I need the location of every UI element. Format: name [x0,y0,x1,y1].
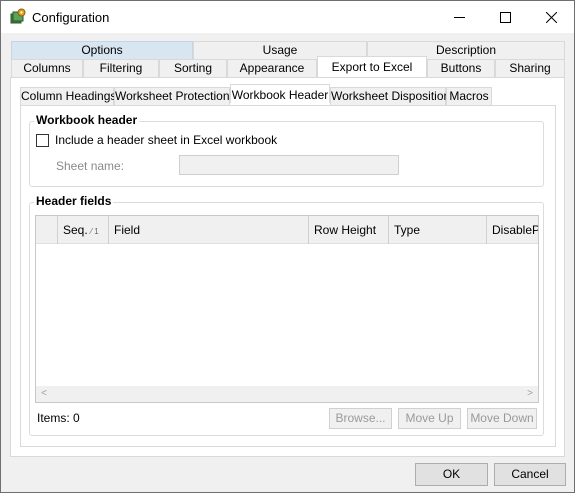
tab-label: Macros [449,89,489,103]
horizontal-scrollbar[interactable]: < > [36,386,538,402]
tab-workbook-header[interactable]: Workbook Header [230,84,330,103]
row-selector-header [36,216,58,244]
column-label: Field [114,223,141,237]
sheet-name-label: Sheet name: [56,159,125,173]
tab-label: Sharing [509,61,551,75]
tab-label: Column Headings [21,89,117,103]
tab-label: Columns [23,61,71,75]
sort-ascending-icon: ⁄ 1 [90,227,99,236]
items-count: Items: 0 [37,411,80,425]
button-label: Move Down [470,411,534,425]
tab-options[interactable]: Options [11,41,193,59]
tab-label: Workbook Header [231,88,329,102]
include-header-sheet-label: Include a header sheet in Excel workbook [55,133,278,147]
sort-order: 1 [94,227,99,236]
tab-worksheet-disposition[interactable]: Worksheet Disposition [330,87,450,106]
move-down-button[interactable]: Move Down [467,408,537,429]
tab-label: Usage [262,43,298,57]
tab-buttons[interactable]: Buttons [427,59,495,77]
column-label: Type [394,223,421,237]
minimize-icon [453,16,465,18]
tab-sorting[interactable]: Sorting [159,59,227,77]
tab-label: Filtering [99,61,143,75]
configuration-app-icon [10,8,26,24]
include-header-sheet-checkbox[interactable] [36,134,49,147]
window-title: Configuration [32,10,110,25]
scroll-left-icon[interactable]: < [36,386,52,402]
column-header-field[interactable]: Field [109,216,309,244]
tab-column-headings[interactable]: Column Headings [20,87,117,106]
cancel-button[interactable]: Cancel [494,463,566,486]
table-header: Seq. ⁄ 1 Field Row Height Type DisableP [36,216,538,244]
close-icon [545,11,557,23]
tab-macros[interactable]: Macros [446,87,492,106]
workbook-header-title: Workbook header [34,113,140,127]
configuration-window: Configuration Options Usage Description … [0,0,575,493]
sheet-name-input[interactable] [179,155,399,175]
header-fields-title: Header fields [34,194,114,208]
tab-label: Appearance [239,61,305,75]
column-header-row-height[interactable]: Row Height [309,216,389,244]
button-label: OK [442,467,461,481]
browse-button[interactable]: Browse... [329,408,392,429]
tab-filtering[interactable]: Filtering [83,59,159,77]
column-header-seq[interactable]: Seq. ⁄ 1 [58,216,109,244]
tab-label: Worksheet Disposition [331,89,451,103]
tab-label: Export to Excel [331,60,413,74]
column-header-disable[interactable]: DisableP [487,216,538,244]
tab-label: Options [81,43,123,57]
button-label: Cancel [511,467,549,481]
ok-button[interactable]: OK [415,463,488,486]
title-bar: Configuration [1,1,574,33]
tab-label: Worksheet Protection [115,89,230,103]
button-label: Move Up [405,411,454,425]
column-header-type[interactable]: Type [389,216,487,244]
button-label: Browse... [335,411,386,425]
tab-label: Sorting [173,61,213,75]
column-label: Row Height [314,223,377,237]
workbook-header-group [29,121,544,187]
move-up-button[interactable]: Move Up [398,408,461,429]
column-label: DisableP [492,223,538,237]
maximize-button[interactable] [482,1,528,33]
maximize-icon [499,11,511,23]
tab-label: Description [435,43,497,57]
minimize-button[interactable] [436,1,482,33]
tab-worksheet-protection[interactable]: Worksheet Protection [114,87,230,106]
tab-columns[interactable]: Columns [11,59,83,77]
tab-sharing[interactable]: Sharing [495,59,565,77]
tab-appearance[interactable]: Appearance [227,59,317,77]
tab-export-to-excel[interactable]: Export to Excel [317,56,427,78]
scroll-right-icon[interactable]: > [522,386,538,402]
header-fields-table[interactable]: Seq. ⁄ 1 Field Row Height Type DisableP <… [35,215,539,403]
close-button[interactable] [528,1,574,33]
tab-label: Buttons [440,61,482,75]
column-label: Seq. [63,223,88,237]
